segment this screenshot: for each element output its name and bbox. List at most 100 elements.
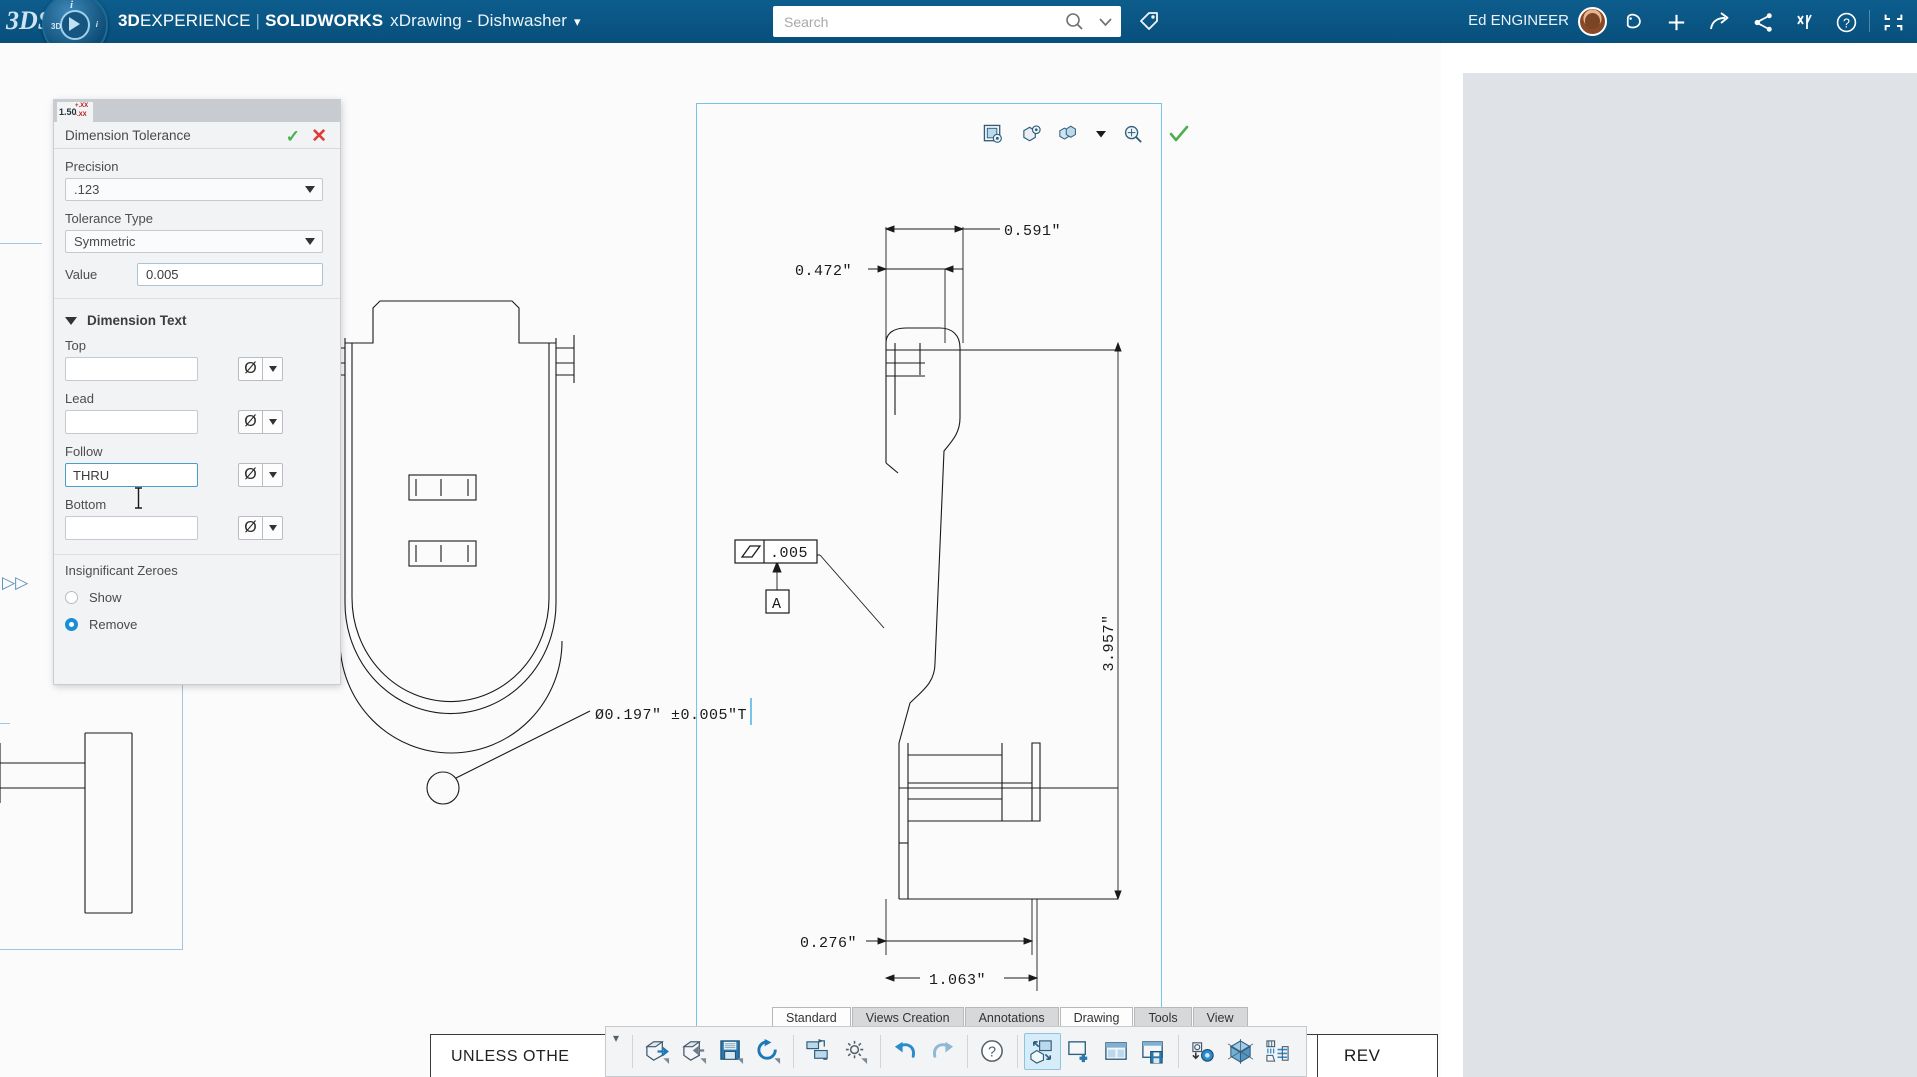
precision-dropdown[interactable]: .123 xyxy=(65,178,323,201)
save-icon[interactable] xyxy=(713,1033,750,1070)
document-menu-chevron-down-icon[interactable]: ▾ xyxy=(574,14,581,29)
compass-label-north: i xyxy=(70,0,73,11)
lead-symbol-button[interactable]: Ø xyxy=(238,410,283,434)
follow-text-input[interactable] xyxy=(65,463,198,487)
help-question-icon[interactable]: ? xyxy=(1832,8,1860,36)
search-dropdown-chevron-down-icon[interactable] xyxy=(1089,17,1121,27)
tag-icon[interactable] xyxy=(1136,8,1162,34)
toolbar-group-model xyxy=(1185,1027,1296,1076)
dassault-systemes-logo-icon[interactable]: 3DS xyxy=(6,3,42,39)
follow-symbol-button[interactable]: Ø xyxy=(238,463,283,487)
dimension-tolerance-icon[interactable]: 1.50 +.XX -.XX xyxy=(56,101,94,122)
brand-title: 3DEXPERIENCE|SOLIDWORKSxDrawing - Dishwa… xyxy=(118,11,581,31)
share-arrow-icon[interactable] xyxy=(1706,8,1734,36)
top-symbol-button[interactable]: Ø xyxy=(238,357,283,381)
tolerance-value-label: Value xyxy=(65,267,137,282)
diameter-symbol-icon[interactable]: Ø xyxy=(239,517,263,539)
refresh-reload-icon[interactable] xyxy=(750,1033,787,1070)
tolerance-type-value: Symmetric xyxy=(74,234,135,249)
tab-views-creation[interactable]: Views Creation xyxy=(852,1007,964,1027)
dialog-divider xyxy=(54,298,340,299)
tolerance-value-input[interactable] xyxy=(137,263,323,286)
dimension-tolerance-dialog[interactable]: 1.50 +.XX -.XX Dimension Tolerance ✓ ✕ P… xyxy=(53,99,341,685)
toolbar-overflow-chevron-down-icon[interactable]: ▾ xyxy=(606,1027,626,1076)
diameter-symbol-icon[interactable]: Ø xyxy=(239,358,263,380)
toolbar-group-props xyxy=(800,1027,874,1076)
radio-show-label: Show xyxy=(89,590,122,605)
zeroes-option-show[interactable]: Show xyxy=(65,590,340,605)
diameter-symbol-icon[interactable]: Ø xyxy=(239,464,263,486)
bottom-text-row: Ø xyxy=(65,516,340,540)
diameter-symbol-icon[interactable]: Ø xyxy=(239,411,263,433)
chevron-down-icon[interactable] xyxy=(305,186,315,193)
search-icon[interactable] xyxy=(1059,12,1089,31)
brand-experience: EXPERIENCE xyxy=(140,11,251,30)
properties-icon[interactable] xyxy=(800,1033,837,1070)
notification-bell-icon[interactable] xyxy=(1619,8,1647,36)
compass-label-east: i xyxy=(96,20,98,29)
redo-icon[interactable] xyxy=(924,1033,961,1070)
tab-drawing[interactable]: Drawing xyxy=(1060,1007,1134,1027)
open-document-icon[interactable] xyxy=(639,1033,676,1070)
right-panel-content-area xyxy=(1463,73,1917,1077)
collaborate-3dplay-icon[interactable] xyxy=(1792,8,1820,36)
toolbar-separator-2 xyxy=(793,1035,794,1068)
user-name-label[interactable]: Ed ENGINEER xyxy=(1468,12,1569,29)
bottom-text-input[interactable] xyxy=(65,516,198,540)
chevron-down-icon[interactable] xyxy=(305,238,315,245)
bottom-symbol-dropdown-icon[interactable] xyxy=(263,517,282,539)
application-header: 3DS i V+R 3D i 3DEXPERIENCE|SOLIDWORKSxD… xyxy=(0,0,1917,43)
toolbar-group-drawing xyxy=(1024,1027,1172,1076)
save-sheet-icon[interactable] xyxy=(1135,1033,1172,1070)
top-text-input[interactable] xyxy=(65,357,198,381)
check-accept-icon[interactable]: ✓ xyxy=(286,127,300,147)
bottom-symbol-button[interactable]: Ø xyxy=(238,516,283,540)
bottom-tab-bar[interactable]: Standard Views Creation Annotations Draw… xyxy=(772,1006,1249,1027)
title-block-tolerance-note: UNLESS OTHE xyxy=(451,1048,569,1066)
tab-standard[interactable]: Standard xyxy=(772,1007,851,1027)
toolbar-separator-5 xyxy=(1017,1035,1018,1068)
title-block-hline-1 xyxy=(1317,1034,1438,1035)
close-cancel-icon[interactable]: ✕ xyxy=(311,125,327,148)
search-input[interactable] xyxy=(773,7,1059,36)
dimension-text-section-title: Dimension Text xyxy=(87,313,187,328)
dimension-text-section-header[interactable]: Dimension Text xyxy=(65,313,340,328)
3d-model-cube-icon[interactable] xyxy=(1222,1033,1259,1070)
radio-remove[interactable] xyxy=(65,618,78,631)
gdt-tolerance-value: .005 xyxy=(770,545,808,562)
bottom-command-toolbar[interactable]: ▾ ? xyxy=(605,1026,1307,1077)
triangle-down-icon[interactable] xyxy=(65,317,77,325)
drawing-view-icon[interactable] xyxy=(1024,1033,1061,1070)
tolerance-type-label: Tolerance Type xyxy=(65,211,340,226)
toolbar-separator xyxy=(632,1035,633,1068)
tolerance-type-dropdown[interactable]: Symmetric xyxy=(65,230,323,253)
share-network-icon[interactable] xyxy=(1749,8,1777,36)
capture-snapshot-icon[interactable] xyxy=(1185,1033,1222,1070)
add-plus-icon[interactable] xyxy=(1662,8,1690,36)
zeroes-option-remove[interactable]: Remove xyxy=(65,617,340,632)
document-title: xDrawing - Dishwasher xyxy=(390,11,567,30)
top-symbol-dropdown-icon[interactable] xyxy=(263,358,282,380)
follow-symbol-dropdown-icon[interactable] xyxy=(263,464,282,486)
svg-text:?: ? xyxy=(1843,16,1850,30)
lead-symbol-dropdown-icon[interactable] xyxy=(263,411,282,433)
sheet-layout-icon[interactable] xyxy=(1098,1033,1135,1070)
radio-show[interactable] xyxy=(65,591,78,604)
compass-play-triangle xyxy=(69,17,80,31)
tab-view[interactable]: View xyxy=(1193,1007,1248,1027)
save-as-new-icon[interactable] xyxy=(676,1033,713,1070)
title-block-rev-label: REV xyxy=(1344,1046,1380,1066)
undo-icon[interactable] xyxy=(887,1033,924,1070)
settings-gear-icon[interactable] xyxy=(837,1033,874,1070)
user-avatar[interactable] xyxy=(1578,7,1607,36)
top-text-label: Top xyxy=(65,338,340,353)
bottom-text-label: Bottom xyxy=(65,497,340,512)
expand-collapse-icon[interactable] xyxy=(1879,8,1907,36)
new-sheet-icon[interactable] xyxy=(1061,1033,1098,1070)
tab-annotations[interactable]: Annotations xyxy=(965,1007,1059,1027)
bill-of-materials-icon[interactable] xyxy=(1259,1033,1296,1070)
help-icon[interactable]: ? xyxy=(974,1033,1011,1070)
tab-tools[interactable]: Tools xyxy=(1134,1007,1191,1027)
lead-text-input[interactable] xyxy=(65,410,198,434)
search-box[interactable] xyxy=(773,6,1121,37)
